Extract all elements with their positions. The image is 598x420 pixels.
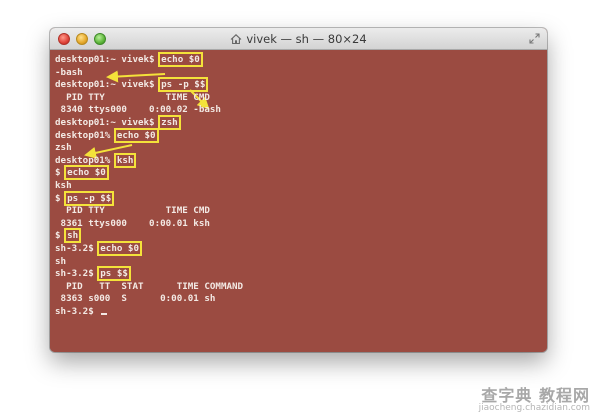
terminal-line: desktop01:~ vivek$ ps -p $$ bbox=[55, 77, 209, 93]
line-prefix: 8363 s000 S 0:00.01 sh bbox=[55, 293, 216, 305]
arrow-to-zsh bbox=[84, 144, 133, 159]
line-prefix: desktop01:~ vivek$ bbox=[55, 79, 161, 91]
highlighted-command: ksh bbox=[113, 152, 137, 168]
terminal-line: PID TTY TIME CMD bbox=[55, 92, 210, 104]
terminal-line: PID TT STAT TIME COMMAND bbox=[55, 281, 243, 293]
highlighted-command: ps -p $$ bbox=[64, 190, 115, 206]
terminal-line: $ ps -p $$ bbox=[55, 190, 115, 206]
window-title: vivek — sh — 80×24 bbox=[246, 32, 367, 46]
line-prefix: desktop01:~ vivek$ bbox=[55, 117, 161, 128]
terminal-line: $ echo $0 bbox=[55, 165, 109, 181]
home-icon bbox=[230, 34, 242, 45]
terminal-line: -bash bbox=[55, 67, 83, 79]
line-prefix: 8361 ttys000 0:00.01 ksh bbox=[55, 217, 210, 229]
line-prefix: sh bbox=[55, 255, 67, 267]
line-prefix: $ bbox=[55, 192, 67, 204]
highlighted-command: echo $0 bbox=[64, 165, 109, 181]
watermark-main: 查字典 教程网 bbox=[481, 385, 590, 405]
line-prefix: sh-3.2$ bbox=[55, 243, 100, 254]
fullscreen-icon[interactable] bbox=[529, 33, 540, 44]
highlighted-command: echo $0 bbox=[158, 52, 203, 67]
terminal-line: desktop01% ksh bbox=[55, 152, 137, 168]
terminal-line: desktop01:~ vivek$ zsh bbox=[55, 115, 181, 130]
terminal-line: 8340 ttys000 0:00.02 -bash bbox=[55, 104, 221, 116]
line-prefix: $ bbox=[55, 167, 67, 179]
highlighted-command: zsh bbox=[158, 115, 181, 130]
highlighted-command: ps -p $$ bbox=[158, 77, 209, 93]
highlighted-command: echo $0 bbox=[97, 241, 142, 256]
line-prefix: zsh bbox=[55, 142, 72, 154]
watermark: 查字典 教程网 jiaocheng.chazidian.com bbox=[478, 385, 590, 414]
terminal-line: ksh bbox=[55, 180, 72, 192]
terminal-line: sh-3.2$ ps $$ bbox=[55, 266, 131, 282]
line-prefix: PID TT STAT TIME COMMAND bbox=[55, 280, 244, 292]
line-prefix: -bash bbox=[55, 66, 83, 78]
terminal-line: desktop01% echo $0 bbox=[55, 127, 159, 143]
line-prefix: desktop01% bbox=[55, 154, 116, 166]
terminal-window: vivek — sh — 80×24 desktop01:~ vivek$ ec… bbox=[50, 28, 547, 352]
terminal-line: sh-3.2$ echo $0 bbox=[55, 241, 142, 256]
line-prefix: 8340 ttys000 0:00.02 -bash bbox=[55, 104, 221, 116]
terminal-line: 8361 ttys000 0:00.01 ksh bbox=[55, 218, 210, 230]
terminal-line: desktop01:~ vivek$ echo $0 bbox=[55, 52, 203, 67]
screenshot-stage: vivek — sh — 80×24 desktop01:~ vivek$ ec… bbox=[0, 0, 598, 420]
terminal-output[interactable]: desktop01:~ vivek$ echo $0 -bash desktop01… bbox=[50, 50, 547, 352]
watermark-sub: jiaocheng.chazidian.com bbox=[478, 403, 590, 414]
line-prefix: desktop01% bbox=[55, 129, 116, 141]
line-prefix: desktop01:~ vivek$ bbox=[55, 54, 161, 65]
terminal-line: sh bbox=[55, 256, 66, 268]
terminal-line: $ sh bbox=[55, 228, 82, 244]
highlighted-command: ps $$ bbox=[97, 266, 131, 282]
line-prefix: PID TTY TIME CMD bbox=[55, 205, 210, 217]
terminal-line: zsh bbox=[55, 142, 72, 154]
terminal-line: PID TTY TIME CMD bbox=[55, 205, 210, 217]
line-prefix: PID TTY TIME CMD bbox=[55, 91, 210, 103]
title-bar[interactable]: vivek — sh — 80×24 bbox=[50, 28, 547, 50]
line-prefix: sh-3.2$ bbox=[55, 306, 100, 317]
line-prefix: sh-3.2$ bbox=[55, 268, 100, 280]
terminal-line: sh-3.2$ bbox=[55, 306, 108, 318]
highlighted-command: echo $0 bbox=[113, 127, 159, 143]
line-prefix: ksh bbox=[55, 180, 72, 191]
highlighted-command: sh bbox=[64, 228, 82, 244]
window-title-group: vivek — sh — 80×24 bbox=[50, 28, 547, 50]
line-prefix: $ bbox=[55, 230, 67, 242]
terminal-cursor bbox=[101, 313, 108, 315]
arrow-to-bash bbox=[106, 70, 166, 83]
terminal-line: 8363 s000 S 0:00.01 sh bbox=[55, 293, 216, 305]
